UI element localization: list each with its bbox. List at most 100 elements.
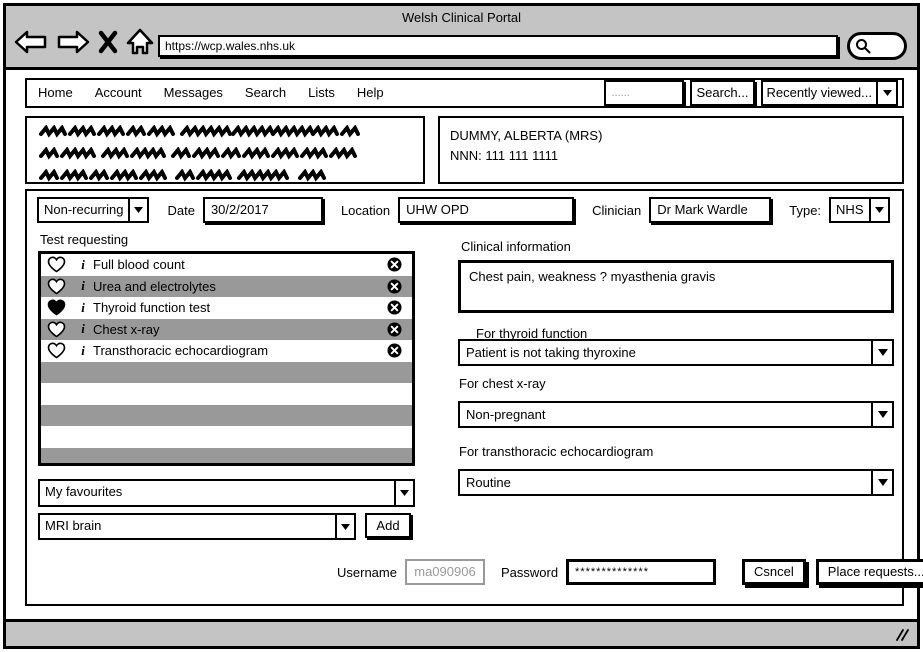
chevron-down-icon [871,339,894,366]
test-name: Full blood count [93,257,185,273]
username-label: Username [337,564,397,580]
password-input[interactable]: ************** [566,559,717,585]
patient-name: DUMMY, ALBERTA (MRS) [450,128,603,143]
menu-item-help[interactable]: Help [346,80,395,106]
info-icon[interactable]: i [73,343,93,359]
window-title: Welsh Clinical Portal [402,10,521,25]
resize-grip-icon[interactable] [893,628,909,647]
favourites-list-value: My favourites [38,479,394,507]
info-icon[interactable]: i [73,300,93,316]
menu-item-messages[interactable]: Messages [153,80,234,106]
heart-icon[interactable] [47,299,73,316]
xray-answer-dropdown[interactable]: Non-pregnant [458,401,894,428]
table-row[interactable]: i Full blood count [41,254,412,276]
menu-item-home[interactable]: Home [27,80,84,106]
clinician-label: Clinician [592,202,642,218]
recently-viewed-dropdown[interactable]: Recently viewed... [760,80,898,106]
table-row-empty[interactable] [41,426,412,448]
echo-question-label: For transthoracic echocardiogram [459,444,654,459]
thyroid-answer-value: Patient is not taking thyroxine [458,339,871,366]
clinical-information-textarea[interactable]: Chest pain, weakness ? myasthenia gravis [458,260,894,313]
scribble-line [37,146,413,165]
info-icon[interactable]: i [73,321,93,337]
chevron-down-icon [394,479,415,507]
credentials-row: Username ma090906 Password *************… [337,559,923,585]
patient-nnn: NNN: 111 111 1111 [450,148,559,163]
table-row[interactable]: i Chest x-ray [41,318,412,340]
chevron-down-icon [335,513,356,540]
delete-circle-icon[interactable] [384,300,404,315]
type-dropdown[interactable]: NHS [829,197,890,223]
menu-item-lists[interactable]: Lists [297,80,346,106]
info-icon[interactable]: i [73,278,93,294]
type-value: NHS [829,197,869,223]
test-picker-value: MRI brain [38,513,335,540]
password-label: Password [500,564,559,580]
quick-search-input[interactable]: ...... [604,80,685,106]
test-name: Urea and electrolytes [93,278,216,294]
status-bar [6,619,917,646]
heart-icon[interactable] [47,278,73,295]
table-row[interactable]: i Urea and electrolytes [41,275,412,297]
request-header-row: Non-recurring Date 30/2/2017 Location UH… [37,197,894,223]
heart-icon[interactable] [47,342,73,359]
stop-x-icon[interactable] [98,29,118,55]
table-row-empty[interactable] [41,361,412,383]
thyroid-answer-dropdown[interactable]: Patient is not taking thyroxine [458,339,894,366]
type-label: Type: [789,202,822,218]
browser-search-box[interactable] [847,32,907,60]
test-picker-dropdown[interactable]: MRI brain [38,513,356,540]
browser-titlebar: Welsh Clinical Portal https://wcp.wales.… [6,6,917,70]
add-button[interactable]: Add [365,513,411,538]
app-menubar: Home Account Messages Search Lists Help … [25,78,904,108]
cancel-button[interactable]: Csncel [742,559,806,585]
test-name: Chest x-ray [93,321,160,337]
menu-item-search[interactable]: Search [234,80,297,106]
chevron-down-icon [871,401,894,428]
table-row-empty[interactable] [41,404,412,426]
username-input[interactable]: ma090906 [404,559,485,585]
delete-circle-icon[interactable] [384,257,404,272]
delete-circle-icon[interactable] [384,279,404,294]
table-row[interactable]: i Transthoracic echocardiogram [41,340,412,362]
browser-window: Welsh Clinical Portal https://wcp.wales.… [3,3,923,649]
delete-circle-icon[interactable] [384,343,404,358]
table-row-empty[interactable] [41,447,412,463]
recurrence-dropdown[interactable]: Non-recurring [37,197,150,223]
location-input[interactable]: UHW OPD [398,197,575,223]
search-button[interactable]: Search... [690,80,755,106]
browser-nav-icons [14,28,154,56]
home-icon[interactable] [126,28,154,56]
scribble-line [37,124,413,143]
back-arrow-icon[interactable] [14,29,48,55]
info-icon[interactable]: i [73,257,93,273]
test-name: Transthoracic echocardiogram [93,343,269,359]
menu-item-account[interactable]: Account [84,80,153,106]
chevron-down-icon [868,197,890,223]
xray-question-label: For chest x-ray [459,376,546,391]
delete-circle-icon[interactable] [384,322,404,337]
clinical-information-label: Clinical information [461,239,571,254]
clinician-input[interactable]: Dr Mark Wardle [649,197,772,223]
url-input[interactable]: https://wcp.wales.nhs.uk [158,35,838,57]
heart-icon[interactable] [47,321,73,338]
heart-icon[interactable] [47,256,73,273]
chevron-down-icon [871,469,894,496]
test-requesting-label: Test requesting [40,232,129,247]
place-requests-button[interactable]: Place requests... [815,559,923,585]
favourites-list-dropdown[interactable]: My favourites [38,479,415,507]
chevron-down-icon [128,197,150,223]
test-list[interactable]: i Full blood count i Urea and electrolyt… [38,251,415,466]
xray-answer-value: Non-pregnant [458,401,871,428]
recurrence-value: Non-recurring [37,197,129,223]
date-label: Date [167,202,195,218]
table-row[interactable]: i Thyroid function test [41,297,412,319]
chevron-down-icon [876,80,898,106]
add-test-row: MRI brain Add [38,513,411,540]
scribble-line [37,168,413,187]
notes-placeholder-box [25,116,425,184]
echo-answer-dropdown[interactable]: Routine [458,469,894,496]
forward-arrow-icon[interactable] [56,29,90,55]
date-input[interactable]: 30/2/2017 [202,197,323,223]
table-row-empty[interactable] [41,383,412,405]
